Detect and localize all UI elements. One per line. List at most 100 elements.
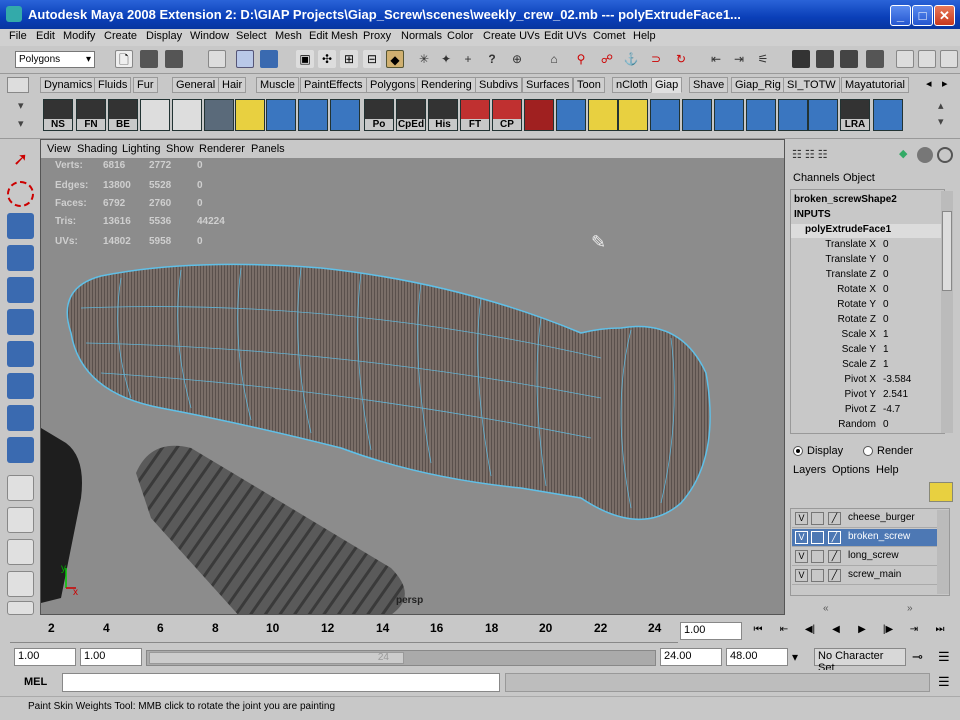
layer-row-broken-screw[interactable]: V ╱ broken_screw: [792, 529, 940, 547]
edge-mask-icon[interactable]: ✣: [318, 50, 336, 68]
shelf-tab-shave[interactable]: Shave: [689, 77, 729, 93]
key-icon[interactable]: ⊸: [912, 649, 923, 665]
vp-menu-show[interactable]: Show: [166, 143, 194, 155]
shelf-be-button[interactable]: BE: [108, 99, 138, 131]
shelf-uv-tool-button[interactable]: [140, 99, 170, 131]
go-to-end-icon[interactable]: ⏭: [930, 621, 950, 639]
play-forwards-icon[interactable]: ▶: [852, 621, 872, 639]
shelf-tab-general[interactable]: General: [172, 77, 220, 93]
menu-normals[interactable]: Normals: [401, 30, 442, 42]
vertex-mask-icon[interactable]: ▣: [296, 50, 314, 68]
vp-menu-shading[interactable]: Shading: [77, 143, 117, 155]
shelf-tab-polygons[interactable]: Polygons: [366, 77, 420, 93]
shelf-his-button[interactable]: His: [428, 99, 458, 131]
menu-proxy[interactable]: Proxy: [363, 30, 391, 42]
menu-mesh[interactable]: Mesh: [275, 30, 302, 42]
shelf-tab-fur[interactable]: Fur: [133, 77, 158, 93]
snap-curve-icon[interactable]: ⌂: [545, 50, 563, 68]
tab-channels[interactable]: Channels: [793, 172, 839, 184]
layout-more-icon[interactable]: [7, 601, 34, 615]
shelf-poly5-button[interactable]: [778, 99, 808, 131]
shelf-curve-tool-button[interactable]: [172, 99, 202, 131]
lasso-tool-icon[interactable]: [7, 181, 34, 207]
shelf-lra-button[interactable]: LRA: [840, 99, 870, 131]
end-time-field[interactable]: 48.00: [726, 648, 788, 666]
collapse-right-icon[interactable]: »: [907, 603, 913, 614]
shelf-tab-painteffects[interactable]: PaintEffects: [300, 77, 367, 93]
menu-modify[interactable]: Modify: [63, 30, 95, 42]
render-radio[interactable]: [863, 446, 873, 456]
manipulator-tool-icon[interactable]: [7, 341, 34, 367]
vp-menu-panels[interactable]: Panels: [251, 143, 285, 155]
shelf-cube-button[interactable]: [266, 99, 296, 131]
script-editor-icon[interactable]: ☰: [938, 674, 950, 690]
mel-label[interactable]: MEL: [24, 676, 47, 688]
shelf-tab-fluids[interactable]: Fluids: [94, 77, 132, 93]
shelf-align3-button[interactable]: [618, 99, 648, 131]
shelf-tab-si-totw[interactable]: SI_TOTW: [783, 77, 840, 93]
render-current-icon[interactable]: [816, 50, 834, 68]
select-tool-icon[interactable]: ➚: [7, 149, 34, 175]
step-forward-key-icon[interactable]: ⇥: [904, 621, 924, 639]
select-hierarchy-icon[interactable]: [208, 50, 226, 68]
menu-select[interactable]: Select: [236, 30, 267, 42]
channel-rotate-y[interactable]: Rotate Y0: [795, 299, 941, 314]
shelf-tab-muscle[interactable]: Muscle: [256, 77, 299, 93]
menu-window[interactable]: Window: [190, 30, 229, 42]
new-scene-icon[interactable]: 🗋: [115, 50, 133, 68]
layout-persp-outliner-icon[interactable]: [7, 571, 34, 597]
channel-translate-y[interactable]: Translate Y0: [795, 254, 941, 269]
shelf-align-button[interactable]: [235, 99, 265, 131]
paint-select-tool-icon[interactable]: [7, 213, 34, 239]
tool-settings-toggle-icon[interactable]: [940, 50, 958, 68]
lock-mask-icon[interactable]: ✦: [437, 50, 455, 68]
open-scene-icon[interactable]: [140, 50, 158, 68]
snap-view-plane-icon[interactable]: ☍: [598, 50, 616, 68]
ipr-render-icon[interactable]: [840, 50, 858, 68]
shape-node-name[interactable]: broken_screwShape2: [794, 194, 897, 205]
menu-edit-uvs[interactable]: Edit UVs: [544, 30, 587, 42]
shelf-tab-rendering[interactable]: Rendering: [417, 77, 476, 93]
shelf-camera-button[interactable]: [204, 99, 234, 131]
render-globals-icon[interactable]: [866, 50, 884, 68]
channel-box-toggle-icon[interactable]: [896, 50, 914, 68]
layout-two-icon[interactable]: [7, 539, 34, 565]
help-mask-icon[interactable]: ?: [483, 50, 501, 68]
layer-row-cheese-burger[interactable]: V ╱ cheese_burger: [792, 510, 940, 528]
question-mask-icon[interactable]: ✳: [415, 50, 433, 68]
channel-scale-z[interactable]: Scale Z1: [795, 359, 941, 374]
collapse-left-icon[interactable]: «: [823, 603, 829, 614]
menu-help[interactable]: Help: [633, 30, 656, 42]
channel-pivot-z[interactable]: Pivot Z -4.7: [795, 404, 941, 419]
go-to-start-icon[interactable]: ⏮: [748, 621, 768, 639]
shelf-ft-button[interactable]: FT: [460, 99, 490, 131]
menu-display[interactable]: Display: [146, 30, 182, 42]
face-mask-icon[interactable]: ⊞: [340, 50, 358, 68]
shelf-ns-button[interactable]: NS: [43, 99, 73, 131]
layout-single-icon[interactable]: [7, 475, 34, 501]
command-input[interactable]: [62, 673, 500, 692]
layout-four-icon[interactable]: [7, 507, 34, 533]
shelf-down-icon[interactable]: ▾: [938, 115, 944, 128]
shelf-tab-dynamics[interactable]: Dynamics: [40, 77, 97, 93]
layer-row-screw-main[interactable]: V ╱ screw_main: [792, 567, 940, 585]
layer-scrollbar[interactable]: [937, 510, 949, 594]
scale-tool-icon[interactable]: [7, 309, 34, 335]
menu-edit[interactable]: Edit: [36, 30, 55, 42]
time-slider[interactable]: 2 4 6 8 10 12 14 16 18 20 22 24 1.00 ⏮ ⇤…: [0, 615, 960, 645]
shelf-sphere-button[interactable]: [330, 99, 360, 131]
show-manipulator-icon[interactable]: [7, 405, 34, 431]
menu-comet[interactable]: Comet: [593, 30, 625, 42]
layers-menu[interactable]: Layers: [793, 464, 826, 476]
shelf-poly6-button[interactable]: [808, 99, 838, 131]
channel-key-icon[interactable]: ◆: [899, 147, 915, 163]
play-backwards-icon[interactable]: ◀: [826, 621, 846, 639]
channel-rotate-z[interactable]: Rotate Z0: [795, 314, 941, 329]
character-set-field[interactable]: No Character Set: [814, 648, 906, 674]
shelf-menu-icon[interactable]: [7, 77, 29, 93]
shelf-tab-toon[interactable]: Toon: [573, 77, 605, 93]
current-frame-field[interactable]: 1.00: [680, 622, 742, 640]
channel-scale-y[interactable]: Scale Y1: [795, 344, 941, 359]
channel-rotate-x[interactable]: Rotate X0: [795, 284, 941, 299]
shelf-po-button[interactable]: Po: [364, 99, 394, 131]
